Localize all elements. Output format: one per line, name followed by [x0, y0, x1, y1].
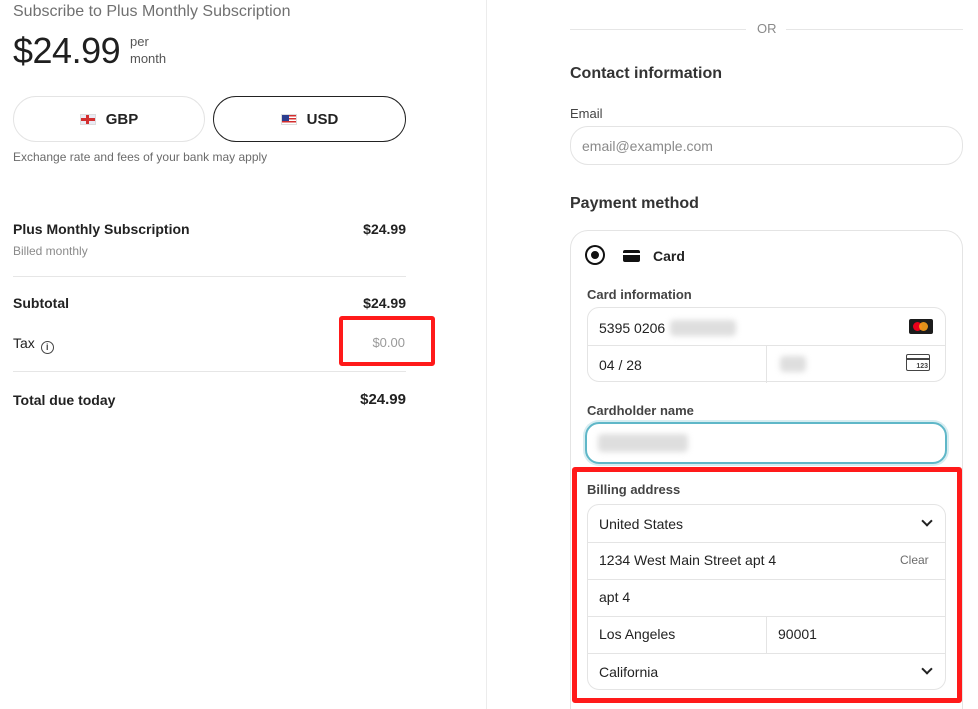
billing-highlight-box [572, 467, 962, 703]
or-divider-right [786, 29, 963, 30]
order-summary-panel: Subscribe to Plus Monthly Subscription $… [0, 0, 486, 709]
payment-method-title: Payment method [570, 195, 699, 212]
currency-gbp-label: GBP [105, 110, 139, 128]
line-item-name: Plus Monthly Subscription [13, 221, 190, 237]
card-option-label: Card [653, 248, 685, 264]
mastercard-icon [909, 319, 933, 334]
divider [766, 345, 767, 383]
email-label: Email [570, 106, 603, 121]
card-cvc-field[interactable] [780, 356, 806, 372]
currency-usd-button[interactable]: USD [213, 96, 406, 142]
us-flag-icon [280, 113, 297, 125]
cardholder-name-label: Cardholder name [587, 403, 694, 418]
divider [13, 276, 406, 277]
currency-usd-label: USD [306, 110, 339, 128]
or-label: OR [757, 21, 777, 36]
total-label: Total due today [13, 392, 116, 408]
line-item-billing: Billed monthly [13, 244, 88, 258]
cardholder-name-redacted [598, 434, 688, 452]
exchange-rate-note: Exchange rate and fees of your bank may … [13, 150, 268, 164]
price-amount: $24.99 [13, 30, 121, 71]
subtotal-amount: $24.99 [363, 295, 406, 311]
tax-label-row: Tax i [13, 335, 54, 354]
card-number-field[interactable]: 5395 0206 [599, 320, 665, 336]
period-line-2: month [130, 51, 167, 66]
info-icon[interactable]: i [40, 340, 54, 354]
tax-label: Tax [13, 335, 35, 351]
line-item-amount: $24.99 [363, 221, 406, 237]
card-expiry-field[interactable]: 04 / 28 [599, 357, 642, 373]
cvc-card-icon: 123 [906, 354, 930, 371]
tax-highlight-box [339, 316, 435, 366]
card-number-redacted [670, 320, 736, 336]
card-radio-button[interactable] [587, 247, 603, 263]
divider [13, 371, 406, 372]
subscription-title: Subscribe to Plus Monthly Subscription [13, 3, 291, 20]
uk-flag-icon [79, 113, 96, 125]
or-divider-left [570, 29, 746, 30]
price-period: per month [130, 33, 166, 67]
credit-card-icon [623, 250, 640, 262]
subtotal-label: Subtotal [13, 295, 69, 311]
currency-gbp-button[interactable]: GBP [13, 96, 205, 142]
email-input[interactable] [570, 126, 963, 165]
total-amount: $24.99 [360, 391, 406, 408]
card-info-label: Card information [587, 287, 692, 302]
period-line-1: per [130, 34, 149, 49]
contact-info-title: Contact information [570, 65, 722, 82]
